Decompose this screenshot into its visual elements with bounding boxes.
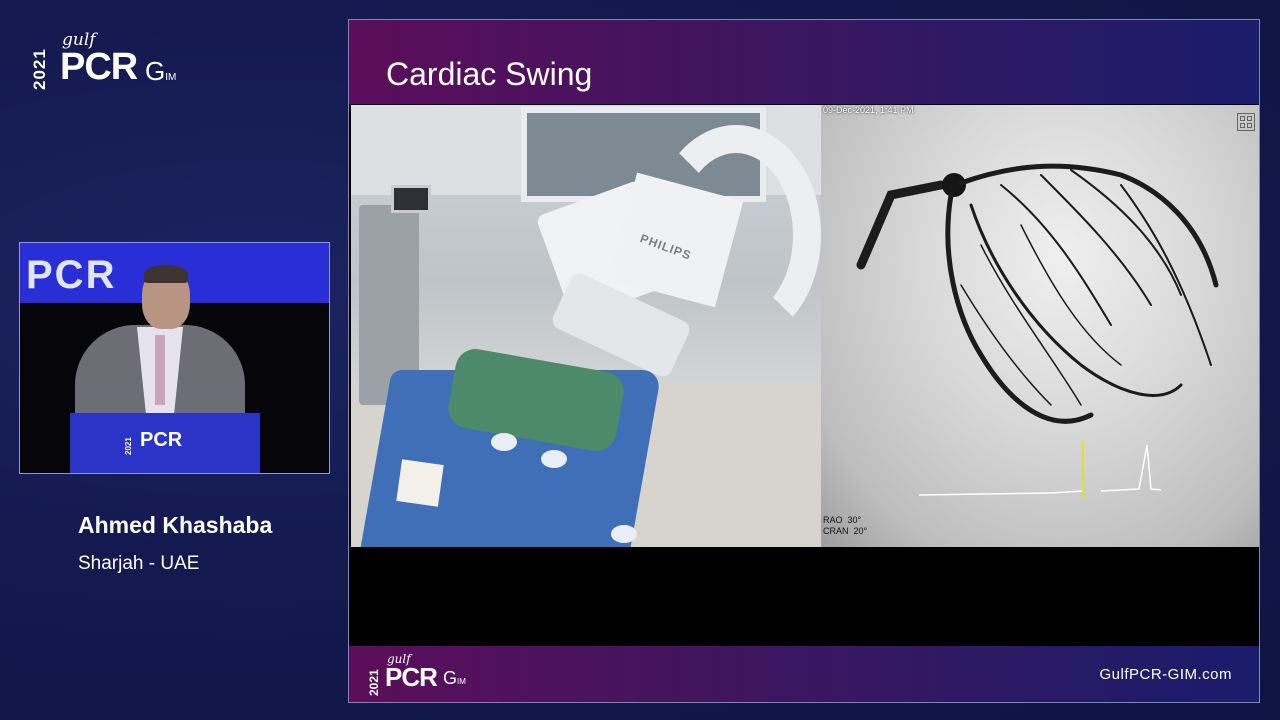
angiogram-video: 09-Dec-2021, 1:41 PM RAO 30° CRAN 20° — [821, 105, 1259, 547]
drape-hole — [491, 433, 517, 451]
stage-banner-text: PCR — [26, 253, 117, 297]
gulfpcr-logo: 2021 gulf PCR GIM — [30, 30, 200, 100]
drape-hole — [611, 525, 637, 543]
angiogram-timestamp: 09-Dec-2021, 1:41 PM — [823, 105, 914, 115]
diagonal-branch — [969, 203, 1183, 397]
speaker-hair — [144, 265, 188, 283]
footer-logo-gim: GIM — [443, 668, 466, 689]
grid-icon — [1237, 113, 1255, 131]
monitor-screen — [391, 185, 431, 213]
footer-gim-letter: G — [443, 668, 458, 688]
speaker-location: Sharjah - UAE — [78, 553, 200, 574]
coronary-angiogram — [856, 163, 1219, 500]
speaker-name: Ahmed Khashaba — [78, 512, 273, 538]
drape-hole — [541, 450, 567, 468]
logo-gim: GIM — [145, 56, 176, 87]
projection-angles: RAO 30° CRAN 20° — [823, 515, 868, 536]
logo-pcr: PCR — [60, 46, 138, 88]
catheter — [856, 180, 946, 270]
slide-header: Cardiac Swing — [349, 20, 1259, 104]
podium: 2021 PCR — [70, 413, 260, 473]
footer-logo-year: 2021 — [367, 669, 381, 696]
footer-gim-suffix: IM — [457, 677, 466, 686]
logo-gim-letter: G — [145, 56, 166, 86]
gauze-pad — [396, 459, 444, 507]
logo-gim-suffix: IM — [165, 72, 177, 83]
ecg-trace — [918, 444, 1162, 496]
logo-year: 2021 — [30, 48, 49, 90]
podium-logo: PCR — [140, 429, 183, 451]
cath-lab-video: PHILIPS — [351, 105, 821, 547]
podium-year: 2021 — [124, 437, 133, 455]
slide-footer: 2021 gulf PCR GIM GulfPCR-GIM.com — [349, 646, 1259, 702]
presentation-slide: Cardiac Swing PHILIPS 09-Dec-2021, 1:41 … — [348, 19, 1260, 703]
speaker-video: PCR 2021 PCR — [19, 242, 330, 474]
speaker-tie — [155, 335, 165, 405]
footer-logo-pcr: PCR — [385, 662, 438, 692]
footer-url: GulfPCR-GIM.com — [1099, 666, 1232, 683]
slide-title: Cardiac Swing — [386, 56, 593, 92]
